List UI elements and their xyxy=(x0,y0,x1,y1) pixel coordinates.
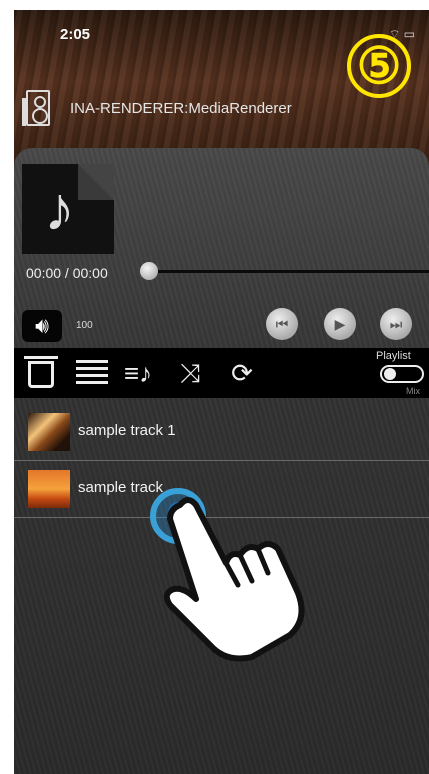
mute-button[interactable]: 🔊︎ xyxy=(22,310,62,342)
play-icon: ▶ xyxy=(334,316,346,332)
speaker-volume-icon: 🔊︎ xyxy=(35,313,49,338)
playlist-mix-toggle[interactable] xyxy=(380,365,424,383)
status-time: 2:05 xyxy=(60,26,91,43)
play-button[interactable]: ▶ xyxy=(324,308,356,340)
seek-knob[interactable] xyxy=(140,262,158,280)
pointing-hand-icon xyxy=(163,497,305,662)
battery-icon: ▭ xyxy=(403,27,415,41)
time-display: 00:00 / 00:00 xyxy=(26,265,108,281)
seek-bar[interactable] xyxy=(156,270,429,273)
album-art: ♪ xyxy=(22,164,114,254)
queue-music-icon[interactable]: ≡♪ xyxy=(122,358,154,388)
track-thumbnail xyxy=(28,470,70,508)
list-icon[interactable] xyxy=(76,360,108,386)
speaker-icon xyxy=(22,90,50,126)
step-marker: ⑤ xyxy=(347,34,411,98)
renderer-name: INA-RENDERER:MediaRenderer xyxy=(70,99,292,117)
renderer-selector[interactable]: INA-RENDERER:MediaRenderer xyxy=(22,88,292,128)
repeat-icon[interactable]: ⟳ xyxy=(226,358,258,388)
shuffle-icon[interactable]: ⤨ xyxy=(174,358,206,388)
volume-value: 100 xyxy=(76,320,93,331)
player-panel: ♪ 00:00 / 00:00 🔊︎ 100 ⏮ ▶ ⏭ ≡♪ ⤨ ⟳ Play… xyxy=(14,148,429,774)
music-note-icon: ♪ xyxy=(44,175,75,244)
track-title: sample track 1 xyxy=(78,422,176,439)
playlist-toolbar: ≡♪ ⤨ ⟳ Playlist Mix xyxy=(14,348,429,398)
next-button[interactable]: ⏭ xyxy=(380,308,412,340)
list-item[interactable]: sample track 1 xyxy=(14,404,429,461)
toggle-knob xyxy=(384,368,396,380)
next-icon: ⏭ xyxy=(389,316,403,332)
trash-icon[interactable] xyxy=(24,356,58,388)
playlist-label: Playlist xyxy=(376,350,411,362)
previous-button[interactable]: ⏮ xyxy=(266,308,298,340)
mix-label: Mix xyxy=(406,386,420,396)
track-thumbnail xyxy=(28,413,70,451)
previous-icon: ⏮ xyxy=(275,316,289,332)
